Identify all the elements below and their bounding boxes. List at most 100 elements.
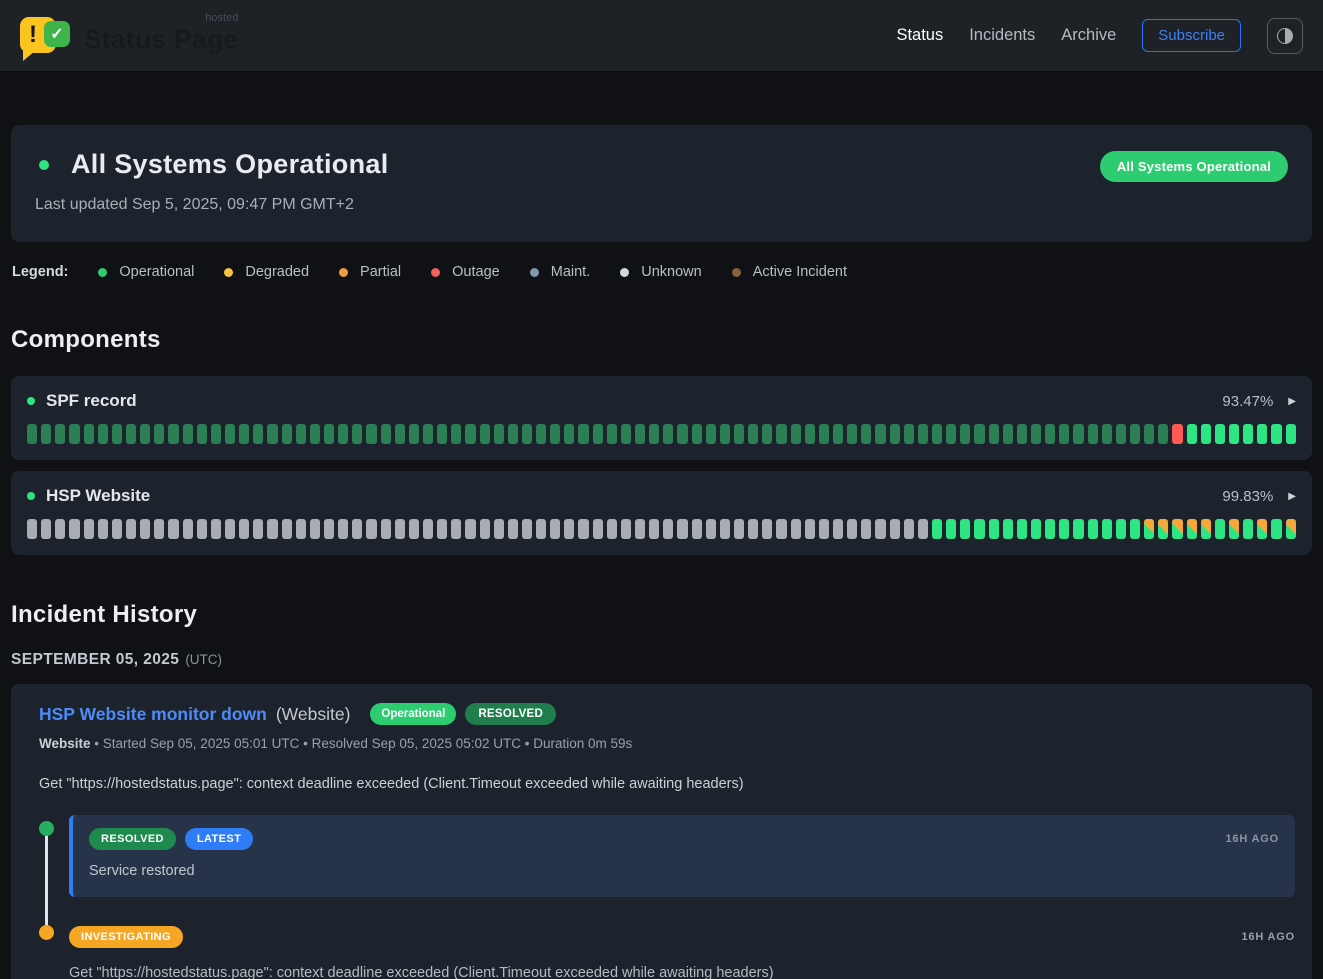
uptime-bar[interactable] bbox=[550, 519, 560, 539]
uptime-bar[interactable] bbox=[395, 424, 405, 444]
uptime-bar[interactable] bbox=[480, 519, 490, 539]
uptime-bar[interactable] bbox=[720, 519, 730, 539]
uptime-bar[interactable] bbox=[267, 424, 277, 444]
uptime-bar[interactable] bbox=[1286, 519, 1296, 539]
uptime-bar[interactable] bbox=[805, 424, 815, 444]
uptime-bar[interactable] bbox=[55, 424, 65, 444]
uptime-bar[interactable] bbox=[805, 519, 815, 539]
uptime-bar[interactable] bbox=[776, 424, 786, 444]
component-header[interactable]: SPF record93.47%▶ bbox=[27, 391, 1296, 411]
uptime-bar[interactable] bbox=[932, 519, 942, 539]
uptime-bar[interactable] bbox=[904, 519, 914, 539]
uptime-bar[interactable] bbox=[974, 424, 984, 444]
uptime-bar[interactable] bbox=[1172, 519, 1182, 539]
uptime-bar[interactable] bbox=[324, 519, 334, 539]
uptime-bar[interactable] bbox=[1243, 519, 1253, 539]
uptime-bar[interactable] bbox=[154, 519, 164, 539]
uptime-bar[interactable] bbox=[960, 519, 970, 539]
uptime-bar[interactable] bbox=[1271, 424, 1281, 444]
uptime-bar[interactable] bbox=[989, 424, 999, 444]
uptime-bar[interactable] bbox=[126, 519, 136, 539]
subscribe-button[interactable]: Subscribe bbox=[1142, 19, 1241, 52]
uptime-bar[interactable] bbox=[1073, 519, 1083, 539]
uptime-bar[interactable] bbox=[1031, 424, 1041, 444]
uptime-bar[interactable] bbox=[1158, 519, 1168, 539]
uptime-bar[interactable] bbox=[183, 519, 193, 539]
uptime-bar[interactable] bbox=[578, 424, 588, 444]
uptime-bar[interactable] bbox=[98, 424, 108, 444]
uptime-bar[interactable] bbox=[607, 519, 617, 539]
uptime-bar[interactable] bbox=[465, 519, 475, 539]
nav-link-archive[interactable]: Archive bbox=[1061, 26, 1116, 45]
uptime-bar[interactable] bbox=[465, 424, 475, 444]
uptime-bar[interactable] bbox=[225, 424, 235, 444]
uptime-bar[interactable] bbox=[649, 519, 659, 539]
uptime-bar[interactable] bbox=[890, 424, 900, 444]
uptime-bar[interactable] bbox=[480, 424, 490, 444]
uptime-bar[interactable] bbox=[239, 424, 249, 444]
uptime-bar[interactable] bbox=[1158, 424, 1168, 444]
uptime-bar[interactable] bbox=[1088, 424, 1098, 444]
uptime-bar[interactable] bbox=[663, 519, 673, 539]
uptime-bar[interactable] bbox=[1116, 519, 1126, 539]
uptime-bar[interactable] bbox=[112, 519, 122, 539]
uptime-bar[interactable] bbox=[635, 519, 645, 539]
uptime-bar[interactable] bbox=[1215, 424, 1225, 444]
uptime-bar[interactable] bbox=[847, 519, 857, 539]
uptime-bar[interactable] bbox=[578, 519, 588, 539]
uptime-bar[interactable] bbox=[706, 424, 716, 444]
uptime-bar[interactable] bbox=[677, 519, 687, 539]
uptime-bar[interactable] bbox=[1286, 424, 1296, 444]
uptime-bar[interactable] bbox=[197, 519, 207, 539]
uptime-bar[interactable] bbox=[225, 519, 235, 539]
uptime-bar[interactable] bbox=[1017, 424, 1027, 444]
uptime-bar[interactable] bbox=[84, 519, 94, 539]
uptime-bar[interactable] bbox=[197, 424, 207, 444]
component-expand-arrow-icon[interactable]: ▶ bbox=[1288, 491, 1296, 502]
uptime-bar[interactable] bbox=[1102, 424, 1112, 444]
uptime-bar[interactable] bbox=[1257, 424, 1267, 444]
uptime-bar[interactable] bbox=[649, 424, 659, 444]
uptime-bar[interactable] bbox=[1003, 424, 1013, 444]
uptime-bar[interactable] bbox=[211, 519, 221, 539]
uptime-bar[interactable] bbox=[253, 424, 263, 444]
uptime-bar[interactable] bbox=[338, 519, 348, 539]
uptime-bar[interactable] bbox=[409, 519, 419, 539]
uptime-bar[interactable] bbox=[819, 519, 829, 539]
uptime-bar[interactable] bbox=[310, 424, 320, 444]
uptime-bar[interactable] bbox=[593, 424, 603, 444]
uptime-bar[interactable] bbox=[69, 519, 79, 539]
uptime-bar[interactable] bbox=[522, 519, 532, 539]
uptime-bar[interactable] bbox=[352, 519, 362, 539]
uptime-bar[interactable] bbox=[1045, 519, 1055, 539]
uptime-bar[interactable] bbox=[1187, 519, 1197, 539]
uptime-bar[interactable] bbox=[861, 424, 871, 444]
uptime-bar[interactable] bbox=[381, 519, 391, 539]
theme-toggle-button[interactable] bbox=[1267, 18, 1303, 54]
uptime-bar[interactable] bbox=[282, 424, 292, 444]
incident-title-link[interactable]: HSP Website monitor down bbox=[39, 704, 267, 725]
uptime-bar[interactable] bbox=[98, 519, 108, 539]
uptime-bar[interactable] bbox=[55, 519, 65, 539]
uptime-bar[interactable] bbox=[1187, 424, 1197, 444]
uptime-bar[interactable] bbox=[918, 519, 928, 539]
uptime-bar[interactable] bbox=[423, 519, 433, 539]
uptime-bar[interactable] bbox=[1144, 424, 1154, 444]
uptime-bar[interactable] bbox=[1059, 519, 1069, 539]
uptime-bar[interactable] bbox=[1229, 424, 1239, 444]
uptime-bar[interactable] bbox=[522, 424, 532, 444]
uptime-bar[interactable] bbox=[536, 424, 546, 444]
uptime-bar[interactable] bbox=[776, 519, 786, 539]
uptime-bar[interactable] bbox=[621, 519, 631, 539]
uptime-bar[interactable] bbox=[409, 424, 419, 444]
uptime-bar[interactable] bbox=[734, 424, 744, 444]
nav-link-status[interactable]: Status bbox=[896, 26, 943, 45]
uptime-bar[interactable] bbox=[1017, 519, 1027, 539]
uptime-bar[interactable] bbox=[564, 424, 574, 444]
uptime-bar[interactable] bbox=[1088, 519, 1098, 539]
uptime-bar[interactable] bbox=[27, 519, 37, 539]
uptime-bar[interactable] bbox=[1031, 519, 1041, 539]
uptime-bar[interactable] bbox=[338, 424, 348, 444]
uptime-bar[interactable] bbox=[27, 424, 37, 444]
logo[interactable]: ! ✓ Status Page hosted bbox=[20, 13, 238, 59]
